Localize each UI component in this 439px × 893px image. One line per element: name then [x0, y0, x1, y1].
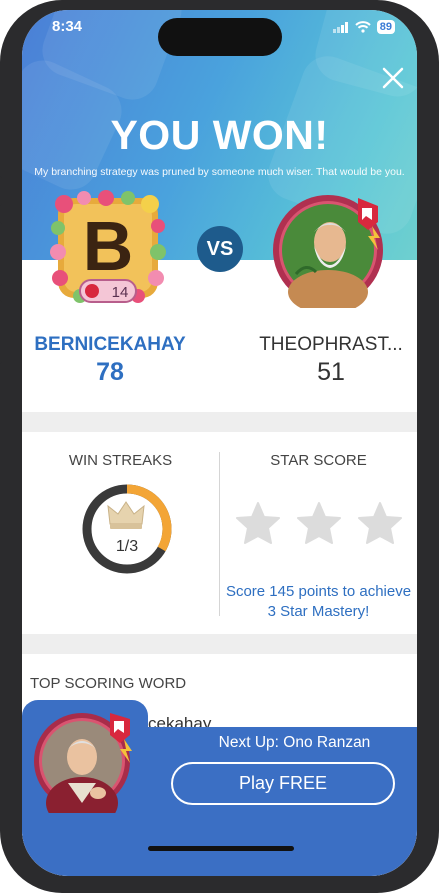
- opponent-score: 51: [317, 358, 345, 386]
- side-button-left-1: [0, 176, 2, 206]
- status-icons: 89: [332, 20, 395, 34]
- battery-indicator: 89: [376, 20, 395, 34]
- opponent-name: THEOPHRAST...: [259, 334, 403, 355]
- next-opponent-avatar[interactable]: [32, 707, 138, 813]
- star-icon: [358, 502, 402, 544]
- star-mastery-hint: Score 145 points to achieve 3 Star Maste…: [225, 583, 412, 620]
- top-scoring-word-title: TOP SCORING WORD: [30, 675, 187, 692]
- play-free-button[interactable]: Play FREE: [171, 762, 395, 805]
- star-icon: [236, 502, 280, 544]
- player-level: 14: [112, 284, 129, 301]
- wifi-icon: [355, 21, 371, 33]
- vs-badge: VS: [197, 226, 243, 272]
- crown-icon: [107, 501, 145, 529]
- win-streaks-title: WIN STREAKS: [68, 452, 173, 469]
- home-indicator[interactable]: [148, 846, 294, 851]
- avatar-letter: B: [83, 207, 134, 285]
- status-time: 8:34: [52, 18, 83, 35]
- player-score: 78: [96, 358, 124, 386]
- win-streak-count: 1/3: [115, 538, 139, 555]
- player-avatar[interactable]: B 14: [50, 190, 166, 306]
- result-subtitle: My branching strategy was pruned by some…: [34, 166, 405, 178]
- signal-icon: [332, 21, 348, 33]
- player-name: BERNICEKAHAY: [34, 334, 186, 355]
- camera-notch: [158, 18, 282, 56]
- opponent-avatar[interactable]: [272, 192, 388, 308]
- result-title: YOU WON!: [110, 112, 329, 158]
- next-up-label: Next Up: Ono Ranzan: [218, 734, 371, 751]
- phone-frame: 8:34 89 YOU WON! My branching strategy w…: [0, 0, 439, 893]
- side-button-left-2: [0, 222, 2, 286]
- star-rating: [234, 500, 404, 548]
- screen: 8:34 89 YOU WON! My branching strategy w…: [22, 10, 417, 876]
- star-score-title: STAR SCORE: [270, 452, 367, 469]
- side-button-left-3: [0, 300, 2, 364]
- star-icon: [297, 502, 341, 544]
- close-icon[interactable]: [381, 66, 405, 90]
